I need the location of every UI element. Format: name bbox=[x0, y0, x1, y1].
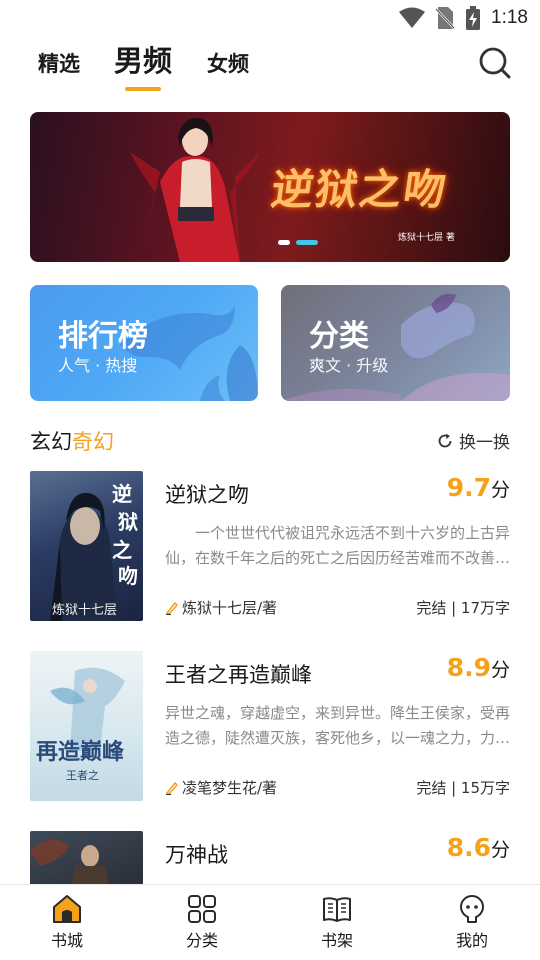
ranking-card-subtitle: 人气 · 热搜 bbox=[58, 356, 138, 375]
grid-icon bbox=[188, 895, 216, 923]
book-icon bbox=[323, 897, 351, 922]
nav-label: 书架 bbox=[320, 931, 353, 950]
refresh-label: 换一换 bbox=[459, 433, 510, 453]
book-item[interactable]: 逆 狱 之 吻 炼狱十七层 逆狱之吻 9.7分 一个世世代代被诅咒永远活不到十六… bbox=[30, 471, 510, 621]
book-cover-art: 再造巅峰 王者之 bbox=[36, 667, 125, 782]
book-title[interactable]: 万神战 bbox=[165, 839, 228, 869]
book-score: 8.9分 bbox=[447, 653, 510, 682]
cover-title-char-1: 逆 bbox=[112, 482, 132, 506]
refresh-icon bbox=[438, 433, 452, 447]
book-score-unit: 分 bbox=[490, 479, 510, 501]
pen-icon bbox=[165, 601, 179, 615]
pen-icon bbox=[165, 781, 179, 795]
banner-dot[interactable] bbox=[278, 240, 290, 245]
book-score-unit: 分 bbox=[490, 839, 510, 861]
book-score-value: 8.6 bbox=[446, 833, 491, 862]
section-title-main: 玄幻 bbox=[30, 430, 72, 454]
battery-charging-icon bbox=[466, 6, 481, 30]
category-card[interactable]: 分类 爽文 · 升级 bbox=[281, 285, 510, 401]
search-icon[interactable] bbox=[478, 46, 512, 80]
book-meta: 完结 | 15万字 bbox=[416, 779, 510, 797]
nav-item-profile[interactable]: 我的 bbox=[432, 893, 512, 951]
home-icon bbox=[53, 895, 81, 923]
nav-item-bookshelf[interactable]: 书架 bbox=[297, 893, 377, 951]
category-card-title: 分类 bbox=[309, 319, 369, 354]
nav-item-category[interactable]: 分类 bbox=[162, 893, 242, 951]
book-description: 异世之魂，穿越虚空，来到异世。降生王侯家，受再造之德，陡然遭灭族，客死他乡，以一… bbox=[165, 704, 510, 747]
banner-author: 炼狱十七层 著 bbox=[398, 233, 455, 243]
book-score: 8.6分 bbox=[447, 833, 510, 862]
section-header: 玄幻奇幻 换一换 bbox=[30, 426, 510, 456]
book-description: 一个世世代代被诅咒永远活不到十六岁的上古异仙，在数千年之后的死亡之后因历经苦难而… bbox=[165, 524, 510, 567]
nav-item-bookstore[interactable]: 书城 bbox=[27, 893, 107, 951]
cover-title-char-4: 吻 bbox=[118, 564, 138, 588]
book-cover-art: 逆 狱 之 吻 炼狱十七层 bbox=[50, 482, 138, 621]
ranking-card[interactable]: 排行榜 人气 · 热搜 bbox=[30, 285, 258, 401]
book-author: 凌笔梦生花/著 bbox=[165, 777, 277, 798]
book-author: 炼狱十七层/著 bbox=[165, 597, 277, 618]
refresh-button[interactable]: 换一换 bbox=[437, 428, 510, 453]
banner-dot-active[interactable] bbox=[296, 240, 318, 245]
nav-label: 分类 bbox=[185, 931, 218, 950]
cover-author: 炼狱十七层 bbox=[52, 603, 117, 618]
category-card-subtitle: 爽文 · 升级 bbox=[309, 356, 389, 375]
nav-label: 我的 bbox=[455, 931, 488, 950]
banner-pagination bbox=[278, 240, 318, 245]
book-meta: 完结 | 17万字 bbox=[416, 599, 510, 617]
bottom-nav: 书城 分类 书架 我的 bbox=[0, 884, 540, 960]
book-cover[interactable]: 逆 狱 之 吻 炼狱十七层 bbox=[30, 471, 143, 621]
active-tab-indicator bbox=[125, 87, 161, 91]
promo-banner[interactable]: 逆狱之吻 炼狱十七层 著 bbox=[30, 112, 510, 262]
wifi-icon bbox=[399, 7, 426, 28]
cover-title-char-3: 之 bbox=[112, 538, 132, 562]
status-time: 1:18 bbox=[491, 7, 528, 28]
user-icon bbox=[460, 895, 484, 923]
ranking-card-title: 排行榜 bbox=[58, 319, 148, 354]
status-icons: 1:18 bbox=[399, 6, 528, 30]
no-sim-icon bbox=[435, 7, 455, 29]
status-bar: 1:18 bbox=[0, 0, 540, 36]
nav-label: 书城 bbox=[50, 931, 83, 950]
cover-title: 再造巅峰 bbox=[36, 739, 125, 765]
tab-nanpin[interactable]: 男频 bbox=[114, 38, 172, 80]
book-item[interactable]: 再造巅峰 王者之 王者之再造巅峰 8.9分 异世之魂，穿越虚空，来到异世。降生王… bbox=[30, 651, 510, 801]
cover-subtitle: 王者之 bbox=[66, 768, 99, 782]
section-title-accent: 奇幻 bbox=[72, 430, 114, 454]
book-score: 9.7分 bbox=[447, 473, 510, 502]
book-score-unit: 分 bbox=[490, 659, 510, 681]
section-title: 玄幻奇幻 bbox=[30, 426, 114, 456]
cover-title-char-2: 狱 bbox=[118, 510, 138, 534]
top-tabs: 精选 男频 女频 bbox=[0, 36, 540, 100]
tab-nvpin[interactable]: 女频 bbox=[207, 48, 249, 78]
book-score-value: 8.9 bbox=[446, 653, 491, 682]
book-title[interactable]: 王者之再造巅峰 bbox=[165, 659, 312, 689]
book-title[interactable]: 逆狱之吻 bbox=[165, 479, 249, 509]
book-author-name: 炼狱十七层/著 bbox=[182, 599, 278, 617]
tab-jingxuan[interactable]: 精选 bbox=[38, 48, 80, 78]
banner-character-illustration bbox=[130, 117, 260, 262]
book-cover[interactable]: 再造巅峰 王者之 bbox=[30, 651, 143, 801]
book-author-name: 凌笔梦生花/著 bbox=[182, 779, 278, 797]
banner-title: 逆狱之吻 bbox=[268, 165, 452, 214]
book-score-value: 9.7 bbox=[446, 473, 491, 502]
